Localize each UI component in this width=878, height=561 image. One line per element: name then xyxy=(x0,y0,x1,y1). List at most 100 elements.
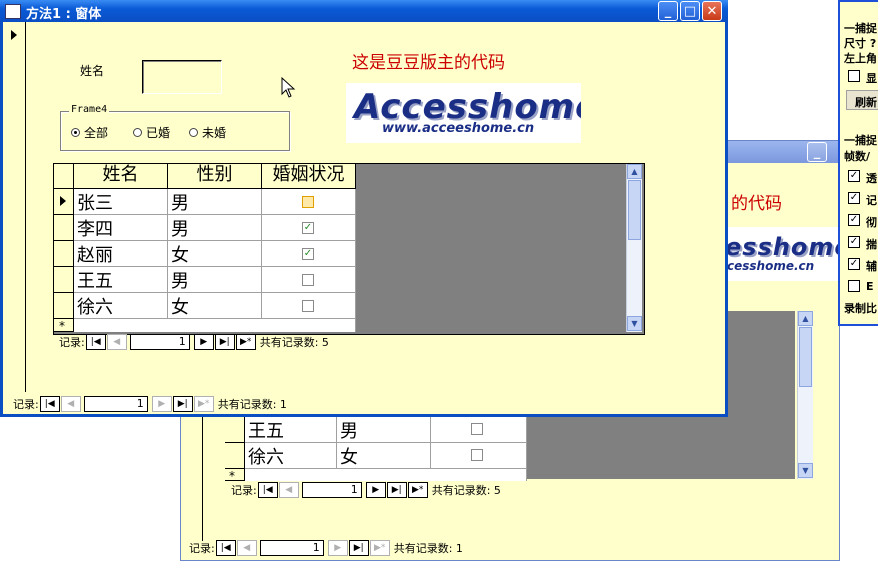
back-cell-name[interactable]: 徐六 xyxy=(245,443,337,469)
datasheet-scrollbar[interactable]: ▲ ▼ xyxy=(626,164,642,332)
checkbox-icon[interactable] xyxy=(302,300,314,312)
scroll-thumb[interactable] xyxy=(628,180,641,240)
back-row-selector[interactable] xyxy=(225,417,245,443)
radio-married[interactable]: 已婚 xyxy=(133,124,170,141)
header-married[interactable]: 婚姻状况 xyxy=(262,164,356,189)
table-cell-gender[interactable]: 男 xyxy=(168,215,262,241)
last-record-button[interactable]: ▶| xyxy=(214,334,235,350)
new-row-cell[interactable] xyxy=(74,319,356,332)
scroll-up-icon[interactable]: ▲ xyxy=(798,311,813,326)
header-gender[interactable]: 性别 xyxy=(168,164,262,189)
radio-all[interactable]: 全部 xyxy=(71,124,108,141)
show-checkbox[interactable] xyxy=(848,70,860,82)
table-cell-married[interactable] xyxy=(262,267,356,293)
new-row-selector[interactable]: * xyxy=(54,319,74,333)
radio-selected-icon[interactable] xyxy=(71,128,80,137)
checkbox-checked-icon[interactable]: ✓ xyxy=(302,248,314,260)
prev-record-button[interactable]: ◀ xyxy=(236,540,257,556)
last-record-button[interactable]: ▶| xyxy=(172,396,193,412)
table-cell-married[interactable] xyxy=(262,293,356,319)
front-window-titlebar[interactable]: 方法1 : 窗体 _ □ ✕ xyxy=(0,0,728,22)
table-cell-married[interactable] xyxy=(262,189,356,215)
row-selector[interactable] xyxy=(54,293,74,319)
prev-record-button[interactable]: ◀ xyxy=(106,334,127,350)
table-cell-name[interactable]: 徐六 xyxy=(74,293,168,319)
radio-icon[interactable] xyxy=(189,128,198,137)
checkbox-icon[interactable] xyxy=(302,274,314,286)
checkbox-icon[interactable] xyxy=(302,196,314,208)
table-cell-gender[interactable]: 女 xyxy=(168,293,262,319)
new-record-button[interactable]: ▶* xyxy=(369,540,390,556)
table-cell-name[interactable]: 张三 xyxy=(74,189,168,215)
table-cell-married[interactable]: ✓ xyxy=(262,241,356,267)
table-cell-name[interactable]: 赵丽 xyxy=(74,241,168,267)
next-record-button[interactable]: ▶ xyxy=(151,396,172,412)
back-row-selector[interactable] xyxy=(225,443,245,469)
option-checkbox[interactable]: ✓ xyxy=(848,258,860,270)
table-cell-name[interactable]: 王五 xyxy=(74,267,168,293)
row-selector[interactable] xyxy=(54,189,74,215)
back-cell-gender[interactable]: 女 xyxy=(337,443,431,469)
radio-unmarried[interactable]: 未婚 xyxy=(189,124,226,141)
next-record-button[interactable]: ▶ xyxy=(365,482,386,498)
next-record-button[interactable]: ▶ xyxy=(193,334,214,350)
first-record-button[interactable]: |◀ xyxy=(215,540,236,556)
back-cell-married[interactable] xyxy=(431,417,527,443)
new-record-button[interactable]: ▶* xyxy=(407,482,428,498)
scroll-down-icon[interactable]: ▼ xyxy=(798,463,813,478)
name-input[interactable] xyxy=(142,60,222,94)
prev-record-button[interactable]: ◀ xyxy=(278,482,299,498)
scroll-down-icon[interactable]: ▼ xyxy=(627,316,642,331)
refresh-button[interactable]: 刷新 xyxy=(846,90,878,110)
back-cell-gender[interactable]: 男 xyxy=(337,417,431,443)
header-name[interactable]: 姓名 xyxy=(74,164,168,189)
record-number-input[interactable]: 1 xyxy=(259,540,324,556)
option-checkbox[interactable]: ✓ xyxy=(848,170,860,182)
row-selector[interactable] xyxy=(54,215,74,241)
back-cell-married[interactable] xyxy=(431,443,527,469)
close-button[interactable]: ✕ xyxy=(702,1,722,21)
minimize-button[interactable]: _ xyxy=(658,1,678,21)
table-cell-name[interactable]: 李四 xyxy=(74,215,168,241)
record-number-input[interactable]: 1 xyxy=(129,334,190,350)
record-count: 共有记录数: 1 xyxy=(393,542,463,555)
back-new-row-selector[interactable]: * xyxy=(225,469,245,483)
option-checkbox[interactable] xyxy=(848,280,860,292)
row-selector[interactable] xyxy=(54,267,74,293)
checkbox-icon[interactable] xyxy=(471,423,483,435)
new-record-button[interactable]: ▶* xyxy=(193,396,214,412)
scroll-up-icon[interactable]: ▲ xyxy=(627,164,642,179)
next-record-button[interactable]: ▶ xyxy=(327,540,348,556)
form-record-selector[interactable] xyxy=(3,22,26,392)
back-record-selector[interactable] xyxy=(201,411,203,541)
back-cell-name[interactable]: 王五 xyxy=(245,417,337,443)
checkbox-icon[interactable] xyxy=(471,449,483,461)
first-record-button[interactable]: |◀ xyxy=(39,396,60,412)
option-checkbox[interactable]: ✓ xyxy=(848,236,860,248)
back-minimize-button[interactable]: _ xyxy=(807,142,827,162)
row-selector[interactable] xyxy=(54,241,74,267)
back-grid-scrollbar[interactable]: ▲ ▼ xyxy=(797,311,813,479)
option-checkbox[interactable]: ✓ xyxy=(848,214,860,226)
tool-section: 一捕捉 xyxy=(844,134,877,147)
table-cell-married[interactable]: ✓ xyxy=(262,215,356,241)
record-number-input[interactable]: 1 xyxy=(83,396,148,412)
prev-record-button[interactable]: ◀ xyxy=(60,396,81,412)
form-icon[interactable] xyxy=(5,4,21,19)
option-label: 透 xyxy=(866,172,877,185)
checkbox-checked-icon[interactable]: ✓ xyxy=(302,222,314,234)
record-number-input[interactable]: 1 xyxy=(301,482,362,498)
select-all-corner[interactable] xyxy=(54,164,74,189)
table-cell-gender[interactable]: 女 xyxy=(168,241,262,267)
last-record-button[interactable]: ▶| xyxy=(348,540,369,556)
table-cell-gender[interactable]: 男 xyxy=(168,189,262,215)
table-cell-gender[interactable]: 男 xyxy=(168,267,262,293)
maximize-button[interactable]: □ xyxy=(680,1,700,21)
last-record-button[interactable]: ▶| xyxy=(386,482,407,498)
first-record-button[interactable]: |◀ xyxy=(257,482,278,498)
radio-icon[interactable] xyxy=(133,128,142,137)
scroll-thumb[interactable] xyxy=(799,327,812,387)
new-record-button[interactable]: ▶* xyxy=(235,334,256,350)
option-checkbox[interactable]: ✓ xyxy=(848,192,860,204)
first-record-button[interactable]: |◀ xyxy=(85,334,106,350)
